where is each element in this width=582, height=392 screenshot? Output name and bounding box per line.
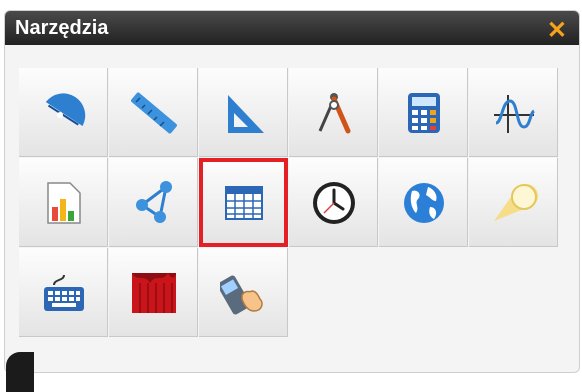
tool-clock[interactable]	[289, 158, 378, 247]
tool-function-graph[interactable]	[469, 68, 558, 157]
chart-document-icon	[47, 182, 81, 224]
tool-compass[interactable]	[289, 68, 378, 157]
tool-geometry-shapes[interactable]	[109, 158, 198, 247]
calculator-icon	[408, 93, 440, 133]
geometry-shapes-icon	[136, 181, 172, 223]
globe-icon	[404, 183, 444, 223]
tools-grid	[19, 68, 579, 358]
tool-spotlight[interactable]	[469, 158, 558, 247]
tool-keyboard[interactable]	[19, 248, 108, 337]
tool-chart-document[interactable]	[19, 158, 108, 247]
compass-icon	[318, 93, 351, 134]
tools-panel: Narzędzia ✕	[4, 10, 580, 373]
tool-table[interactable]	[199, 158, 288, 247]
tool-ruler[interactable]	[109, 68, 198, 157]
panel-corner-tab	[6, 352, 34, 392]
tool-protractor[interactable]	[19, 68, 108, 157]
protractor-icon	[45, 93, 86, 126]
tool-calculator[interactable]	[379, 68, 468, 157]
set-square-icon	[228, 95, 264, 133]
tool-set-square[interactable]	[199, 68, 288, 157]
keyboard-icon	[44, 274, 84, 311]
table-icon	[225, 186, 263, 220]
tool-touch-device[interactable]	[199, 248, 288, 337]
touch-device-icon	[220, 275, 263, 315]
curtain-icon	[132, 273, 176, 313]
title-bar[interactable]: Narzędzia ✕	[5, 11, 579, 45]
tool-curtain[interactable]	[109, 248, 198, 337]
spotlight-icon	[494, 183, 538, 221]
close-icon[interactable]: ✕	[547, 16, 567, 45]
window-title: Narzędzia	[15, 17, 109, 39]
tool-globe[interactable]	[379, 158, 468, 247]
function-graph-icon	[494, 95, 536, 133]
ruler-icon	[131, 92, 177, 134]
clock-icon	[313, 182, 355, 224]
